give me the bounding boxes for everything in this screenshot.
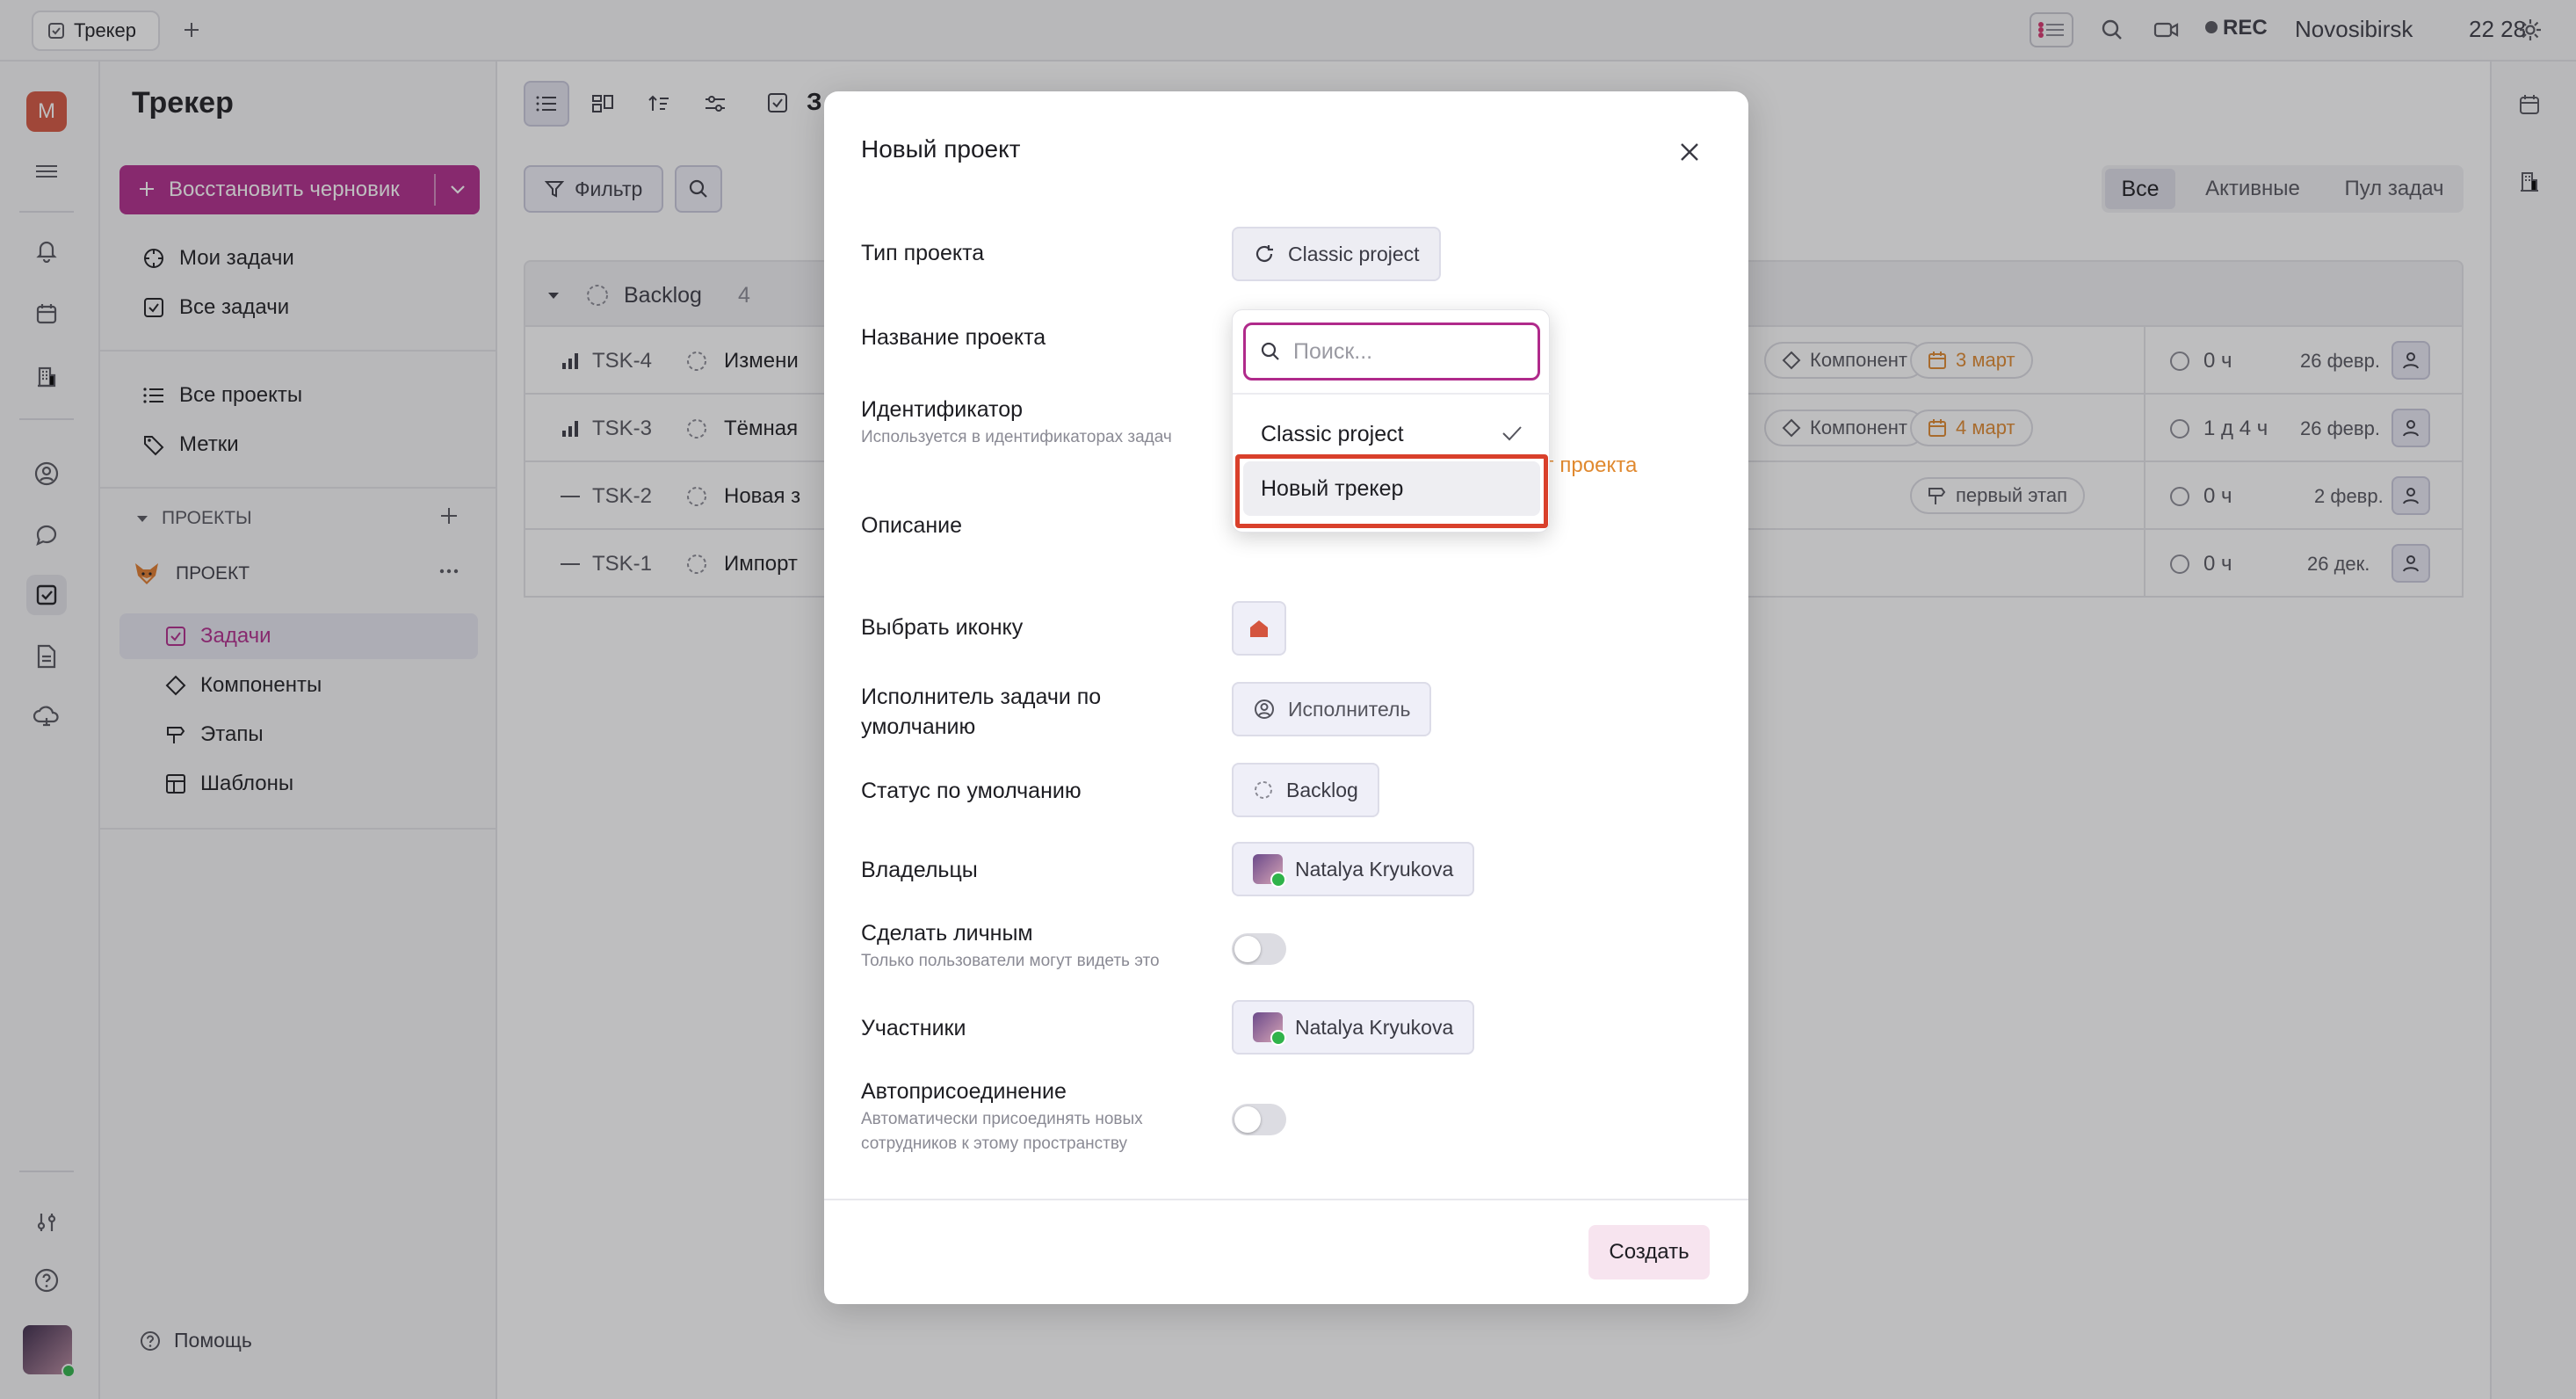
default-assignee-value: Исполнитель	[1288, 697, 1411, 721]
option-classic-project[interactable]: Classic project	[1243, 407, 1540, 461]
default-status-value: Backlog	[1286, 778, 1358, 801]
backlog-status-icon	[1253, 779, 1274, 801]
project-name-label: Название проекта	[861, 325, 1046, 350]
project-type-select[interactable]: Classic project	[1232, 227, 1441, 281]
default-status-label: Статус по умолчанию	[861, 779, 1082, 803]
identifier-warning: г проекта	[1546, 453, 1638, 477]
private-toggle[interactable]	[1232, 933, 1286, 965]
icon-label: Выбрать иконку	[861, 615, 1024, 640]
close-icon	[1678, 141, 1701, 163]
close-button[interactable]	[1673, 135, 1706, 169]
identifier-label: Идентификатор	[861, 397, 1024, 422]
refresh-circle-icon	[1253, 243, 1276, 265]
member-name: Natalya Kryukova	[1295, 1015, 1454, 1039]
dialog-footer-divider	[824, 1199, 1748, 1200]
default-status-select[interactable]: Backlog	[1232, 763, 1379, 817]
dialog-title: Новый проект	[861, 135, 1021, 163]
identifier-hint: Используется в идентификаторах задач	[861, 428, 1172, 446]
home-icon	[1248, 618, 1270, 639]
owners-select[interactable]: Natalya Kryukova	[1232, 842, 1475, 896]
owner-name: Natalya Kryukova	[1295, 857, 1454, 881]
dropdown-divider	[1233, 393, 1551, 395]
project-type-label: Тип проекта	[861, 241, 985, 265]
members-select[interactable]: Natalya Kryukova	[1232, 1000, 1475, 1055]
create-button[interactable]: Создать	[1588, 1225, 1710, 1279]
autojoin-label: Автоприсоединение	[861, 1079, 1067, 1104]
description-label: Описание	[861, 513, 963, 538]
owner-avatar	[1253, 854, 1286, 888]
search-icon	[1260, 341, 1281, 362]
dropdown-search[interactable]	[1243, 323, 1540, 381]
default-assignee-label: Исполнитель задачи по умолчанию	[861, 685, 1102, 739]
private-hint: Только пользователи могут видеть это	[861, 952, 1160, 970]
owners-label: Владельцы	[861, 858, 978, 882]
user-circle-icon	[1253, 698, 1276, 721]
icon-picker-button[interactable]	[1232, 601, 1286, 656]
autojoin-hint: Автоматически присоединять новых сотрудн…	[861, 1110, 1143, 1153]
annotation-highlight	[1235, 454, 1548, 528]
default-assignee-select[interactable]: Исполнитель	[1232, 682, 1432, 736]
new-project-dialog: Новый проект Тип проекта Classic project…	[824, 91, 1748, 1304]
autojoin-toggle[interactable]	[1232, 1104, 1286, 1135]
project-type-value: Classic project	[1288, 242, 1420, 265]
dropdown-search-input[interactable]	[1293, 338, 1522, 365]
private-label: Сделать личным	[861, 921, 1033, 946]
check-icon	[1501, 424, 1523, 442]
members-label: Участники	[861, 1016, 966, 1040]
member-avatar	[1253, 1012, 1286, 1046]
option-label: Classic project	[1261, 421, 1404, 446]
